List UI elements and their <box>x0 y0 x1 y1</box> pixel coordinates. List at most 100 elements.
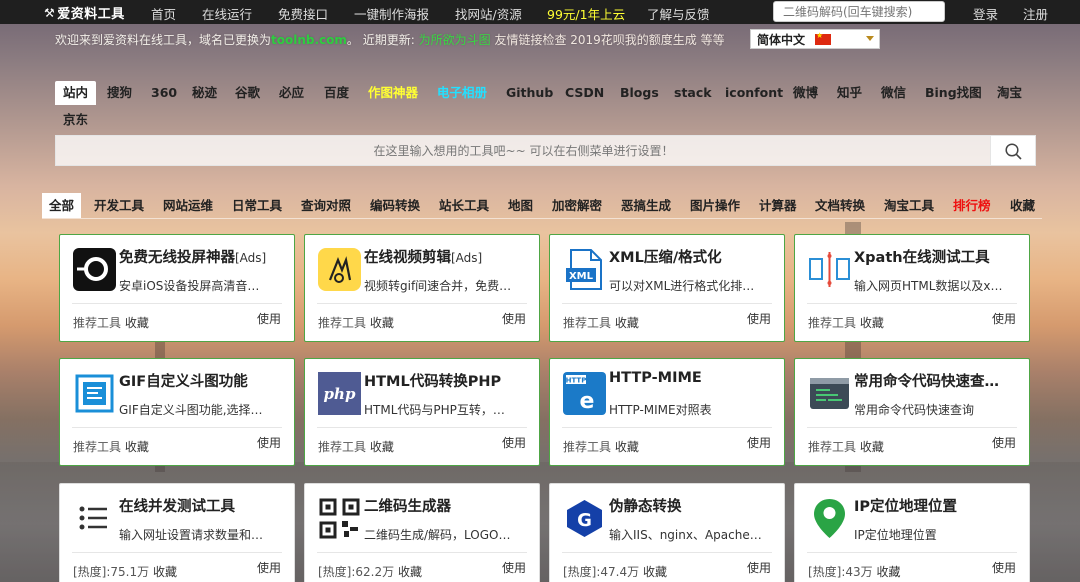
recent-update-extra[interactable]: 友情链接检查 2019花呗我的额度生成 等等 <box>494 33 724 47</box>
use-button[interactable]: 使用 <box>257 559 281 576</box>
use-button[interactable]: 使用 <box>502 310 526 327</box>
engine-tab-zhihu[interactable]: 知乎 <box>837 81 862 105</box>
favorite-link[interactable]: 收藏 <box>615 316 639 330</box>
favorite-link[interactable]: 收藏 <box>860 440 884 454</box>
category-tab-doc-convert[interactable]: 文档转换 <box>815 193 865 218</box>
tool-card[interactable]: 在线视频剪辑[Ads] 视频转gif间速合并，免费… 推荐工具 收藏 使用 <box>304 234 540 342</box>
use-button[interactable]: 使用 <box>502 434 526 451</box>
tool-card[interactable]: 常用命令代码快速查… 常用命令代码快速查询 推荐工具 收藏 使用 <box>794 358 1030 466</box>
use-button[interactable]: 使用 <box>747 434 771 451</box>
tool-card[interactable]: HTTP e HTTP-MIME HTTP-MIME对照表 推荐工具 收藏 使用 <box>549 358 785 466</box>
tool-card[interactable]: 在线并发测试工具 输入网址设置请求数量和… [热度]:75.1万 收藏 使用 <box>59 483 295 582</box>
tool-card-title[interactable]: 二维码生成器 <box>364 495 534 516</box>
tool-card-title[interactable]: GIF自定义斗图功能 <box>119 370 289 391</box>
engine-tab-taobao[interactable]: 淘宝 <box>997 81 1022 105</box>
register-link[interactable]: 注册 <box>1023 4 1048 23</box>
engine-tab-jd[interactable]: 京东 <box>63 108 88 132</box>
tool-card[interactable]: GIF自定义斗图功能 GIF自定义斗图功能,选择… 推荐工具 收藏 使用 <box>59 358 295 466</box>
category-tab-image[interactable]: 图片操作 <box>690 193 740 218</box>
use-button[interactable]: 使用 <box>992 310 1016 327</box>
qr-decode-input[interactable] <box>773 1 945 22</box>
category-tab-daily[interactable]: 日常工具 <box>232 193 282 218</box>
nav-link-home[interactable]: 首页 <box>151 4 176 23</box>
category-tab-all[interactable]: 全部 <box>42 193 82 218</box>
engine-tab-csdn[interactable]: CSDN <box>565 81 604 105</box>
tool-card[interactable]: 免费无线投屏神器[Ads] 安卓iOS设备投屏高清音… 推荐工具 收藏 使用 <box>59 234 295 342</box>
favorite-link[interactable]: 收藏 <box>125 316 149 330</box>
engine-tab-baidu[interactable]: 百度 <box>324 81 349 105</box>
use-button[interactable]: 使用 <box>747 559 771 576</box>
engine-tab-github[interactable]: Github <box>506 81 553 105</box>
category-tab-fun[interactable]: 恶搞生成 <box>621 193 671 218</box>
nav-link-cloud-promo[interactable]: 99元/1年上云 <box>547 4 625 23</box>
category-tab-dev[interactable]: 开发工具 <box>94 193 144 218</box>
nav-link-find-resources[interactable]: 找网站/资源 <box>455 4 522 23</box>
language-select[interactable]: 简体中文 <box>750 29 880 49</box>
engine-tab-google[interactable]: 谷歌 <box>235 81 260 105</box>
tool-card-title[interactable]: HTTP-MIME <box>609 370 779 386</box>
engine-tab-image-tool[interactable]: 作图神器 <box>368 81 418 105</box>
nav-link-free-api[interactable]: 免费接口 <box>278 4 328 23</box>
engine-tab-360[interactable]: 360 <box>151 81 177 105</box>
nav-link-feedback[interactable]: 了解与反馈 <box>647 4 710 23</box>
use-button[interactable]: 使用 <box>747 310 771 327</box>
favorite-link[interactable]: 收藏 <box>370 440 394 454</box>
tool-card-title[interactable]: XML压缩/格式化 <box>609 246 779 267</box>
engine-tab-sogou[interactable]: 搜狗 <box>107 81 132 105</box>
tool-card-title[interactable]: 在线并发测试工具 <box>119 495 289 516</box>
category-tab-ops[interactable]: 网站运维 <box>163 193 213 218</box>
category-tab-ranking[interactable]: 排行榜 <box>953 193 991 218</box>
category-tab-taobao[interactable]: 淘宝工具 <box>884 193 934 218</box>
tool-card-title[interactable]: Xpath在线测试工具 <box>854 246 1024 267</box>
engine-tab-bing[interactable]: 必应 <box>279 81 304 105</box>
favorite-link[interactable]: 收藏 <box>125 440 149 454</box>
category-tab-lookup[interactable]: 查询对照 <box>301 193 351 218</box>
nav-link-poster[interactable]: 一键制作海报 <box>354 4 429 23</box>
favorite-link[interactable]: 收藏 <box>398 565 422 579</box>
search-button[interactable] <box>990 136 1035 165</box>
favorite-link[interactable]: 收藏 <box>643 565 667 579</box>
tool-card-title[interactable]: 免费无线投屏神器[Ads] <box>119 246 289 267</box>
tool-card-title[interactable]: 常用命令代码快速查… <box>854 370 1024 391</box>
engine-tab-stack[interactable]: stack <box>674 81 712 105</box>
favorite-link[interactable]: 收藏 <box>860 316 884 330</box>
login-link[interactable]: 登录 <box>973 4 998 23</box>
site-logo[interactable]: ⚒ 爱资料工具 <box>44 3 125 23</box>
use-button[interactable]: 使用 <box>992 434 1016 451</box>
use-button[interactable]: 使用 <box>257 310 281 327</box>
category-tab-map[interactable]: 地图 <box>508 193 533 218</box>
category-tab-webmaster[interactable]: 站长工具 <box>439 193 489 218</box>
tool-card-title[interactable]: 伪静态转换 <box>609 495 779 516</box>
tool-card-title[interactable]: 在线视频剪辑[Ads] <box>364 246 534 267</box>
engine-tab-blogs[interactable]: Blogs <box>620 81 659 105</box>
tool-card-title[interactable]: IP定位地理位置 <box>854 495 1024 516</box>
favorite-link[interactable]: 收藏 <box>615 440 639 454</box>
tool-card[interactable]: 二维码生成器 二维码生成/解码，LOGO… [热度]:62.2万 收藏 使用 <box>304 483 540 582</box>
favorite-link[interactable]: 收藏 <box>370 316 394 330</box>
use-button[interactable]: 使用 <box>257 434 281 451</box>
new-domain-link[interactable]: toolnb.com <box>271 33 347 47</box>
tool-card[interactable]: G 伪静态转换 输入IIS、nginx、Apache… [热度]:47.4万 收藏 使用 <box>549 483 785 582</box>
engine-tab-photo-album[interactable]: 电子相册 <box>437 81 487 105</box>
tool-card[interactable]: IP定位地理位置 IP定位地理位置 [热度]:43万 收藏 使用 <box>794 483 1030 582</box>
category-tab-crypto[interactable]: 加密解密 <box>552 193 602 218</box>
use-button[interactable]: 使用 <box>992 559 1016 576</box>
category-tab-encoding[interactable]: 编码转换 <box>370 193 420 218</box>
tool-card-title[interactable]: HTML代码转换PHP <box>364 370 534 391</box>
category-tab-calculator[interactable]: 计算器 <box>759 193 797 218</box>
engine-tab-bing-images[interactable]: Bing找图 <box>925 81 982 105</box>
use-button[interactable]: 使用 <box>502 559 526 576</box>
nav-link-run-online[interactable]: 在线运行 <box>202 4 252 23</box>
category-tab-favorites[interactable]: 收藏 <box>1010 193 1035 218</box>
tool-card[interactable]: XML XML压缩/格式化 可以对XML进行格式化排… 推荐工具 收藏 使用 <box>549 234 785 342</box>
engine-tab-site[interactable]: 站内 <box>55 81 97 105</box>
tool-card[interactable]: Xpath在线测试工具 输入网页HTML数据以及x… 推荐工具 收藏 使用 <box>794 234 1030 342</box>
tool-card[interactable]: php HTML代码转换PHP HTML代码与PHP互转，… 推荐工具 收藏 使用 <box>304 358 540 466</box>
favorite-link[interactable]: 收藏 <box>153 565 177 579</box>
engine-tab-weibo[interactable]: 微博 <box>793 81 818 105</box>
search-input[interactable] <box>56 136 991 165</box>
engine-tab-iconfont[interactable]: iconfont <box>725 81 783 105</box>
favorite-link[interactable]: 收藏 <box>877 565 901 579</box>
engine-tab-miji[interactable]: 秘迹 <box>192 81 217 105</box>
recent-update-link[interactable]: 为所欲为斗图 <box>419 33 491 47</box>
